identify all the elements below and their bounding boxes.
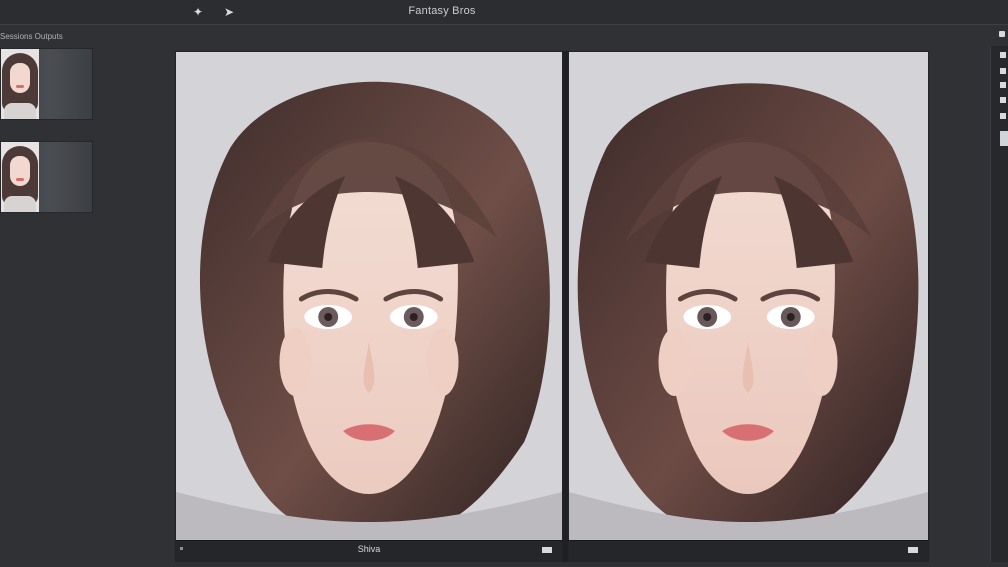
thumbnail-photo xyxy=(1,49,39,119)
window-title: Fantasy Bros xyxy=(408,5,476,17)
tool-item-5[interactable] xyxy=(1000,113,1006,119)
tool-item-1[interactable] xyxy=(1000,52,1006,58)
after-panel-status-bar xyxy=(569,540,928,561)
shirt-shape xyxy=(4,196,36,212)
after-panel-toggle-button[interactable] xyxy=(908,547,918,553)
face-shape xyxy=(10,63,30,93)
portrait-thumbnail-2[interactable] xyxy=(0,141,93,213)
thumbnail-photo xyxy=(1,142,39,212)
portrait-thumbnail-1[interactable] xyxy=(0,48,93,120)
lips-shape xyxy=(16,178,24,181)
tool-item-2[interactable] xyxy=(1000,68,1006,74)
sidebar-title: Sessions Outputs xyxy=(0,32,63,41)
face-shape xyxy=(10,156,30,186)
right-tool-panel xyxy=(990,46,1008,562)
shirt-shape xyxy=(4,103,36,119)
compare-toggle-button[interactable] xyxy=(542,547,552,553)
color-swatch[interactable] xyxy=(1000,131,1008,146)
before-image-panel: Shiva xyxy=(175,51,563,562)
lips-shape xyxy=(16,85,24,88)
lock-icon[interactable] xyxy=(999,31,1005,37)
tool-item-4[interactable] xyxy=(1000,97,1006,103)
top-toolbar: ✦ ➤ Fantasy Bros xyxy=(0,0,1008,25)
after-image-panel xyxy=(568,51,929,562)
before-panel-label: Shiva xyxy=(357,544,381,554)
portrait-image-right xyxy=(569,52,928,543)
tool-item-3[interactable] xyxy=(1000,82,1006,88)
before-panel-status-bar: Shiva xyxy=(176,540,562,561)
portrait-image-left xyxy=(176,52,562,543)
